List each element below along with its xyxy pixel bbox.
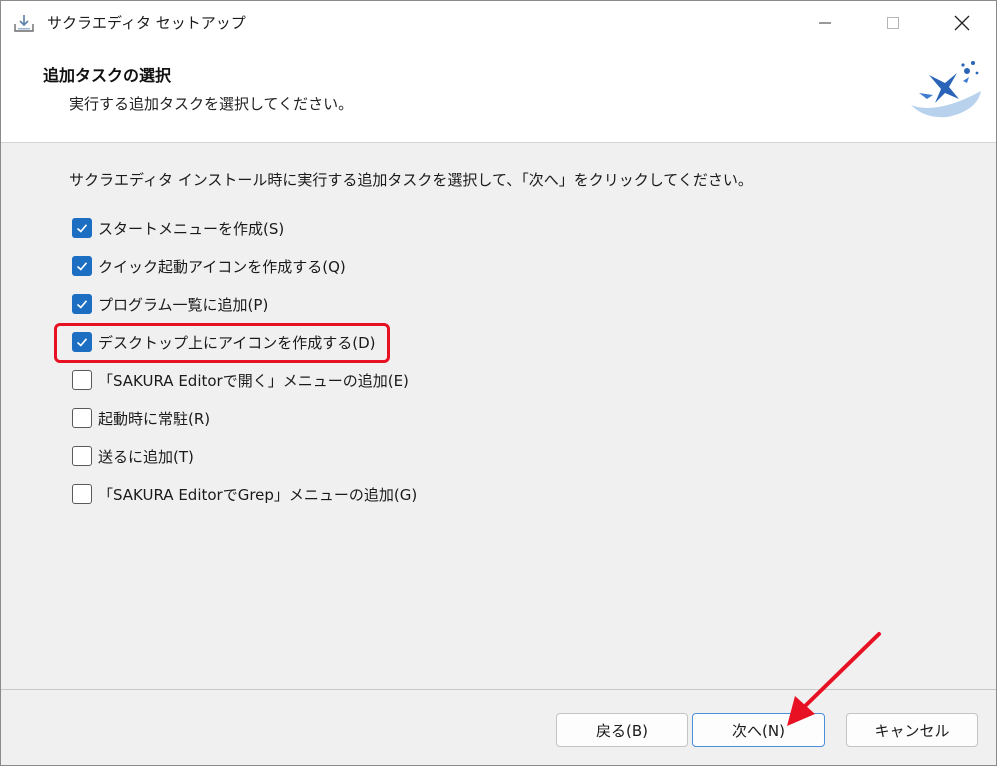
task-label: 「SAKURA EditorでGrep」メニューの追加(G) <box>98 485 418 504</box>
back-button[interactable]: 戻る(B) <box>556 713 688 747</box>
close-button[interactable] <box>928 1 996 45</box>
task-label: 起動時に常駐(R) <box>98 409 211 428</box>
task-checkbox[interactable] <box>72 446 92 466</box>
window-title: サクラエディタ セットアップ <box>47 14 246 32</box>
task-label: 「SAKURA Editorで開く」メニューの追加(E) <box>98 371 409 390</box>
minimize-button[interactable] <box>791 1 859 45</box>
task-grep-menu[interactable]: 「SAKURA EditorでGrep」メニューの追加(G) <box>72 481 417 507</box>
task-checkbox[interactable] <box>72 294 92 314</box>
checkmark-icon <box>76 300 88 309</box>
close-icon <box>954 15 970 31</box>
task-checkbox[interactable] <box>72 256 92 276</box>
maximize-icon <box>887 17 899 29</box>
task-label: クイック起動アイコンを作成する(Q) <box>98 257 346 276</box>
installer-icon <box>14 15 34 32</box>
setup-window: サクラエディタ セットアップ 追加タスクの選択 実行する追加タスクを選択してくだ… <box>0 0 997 766</box>
task-label: 送るに追加(T) <box>98 447 194 466</box>
page-subtitle: 実行する追加タスクを選択してください。 <box>69 95 354 113</box>
sakura-logo <box>911 61 981 118</box>
checkmark-icon <box>76 224 88 233</box>
maximize-button[interactable] <box>859 1 927 45</box>
task-checkbox[interactable] <box>72 370 92 390</box>
task-checkbox[interactable] <box>72 484 92 504</box>
next-button[interactable]: 次へ(N) <box>692 713 825 747</box>
task-open-menu[interactable]: 「SAKURA Editorで開く」メニューの追加(E) <box>72 367 409 393</box>
title-bar: サクラエディタ セットアップ <box>1 1 996 45</box>
annotation-highlight-box <box>54 323 390 363</box>
task-label: スタートメニューを作成(S) <box>98 219 285 238</box>
cancel-button[interactable]: キャンセル <box>846 713 978 747</box>
instruction-text: サクラエディタ インストール時に実行する追加タスクを選択して、「次へ」をクリック… <box>69 171 753 189</box>
task-resident[interactable]: 起動時に常駐(R) <box>72 405 210 431</box>
checkmark-icon <box>76 262 88 271</box>
task-program-list[interactable]: プログラム一覧に追加(P) <box>72 291 268 317</box>
page-header: 追加タスクの選択 実行する追加タスクを選択してください。 <box>1 45 996 143</box>
task-checkbox[interactable] <box>72 218 92 238</box>
task-label: プログラム一覧に追加(P) <box>98 295 269 314</box>
task-checkbox[interactable] <box>72 408 92 428</box>
task-quick-launch[interactable]: クイック起動アイコンを作成する(Q) <box>72 253 346 279</box>
task-start-menu[interactable]: スタートメニューを作成(S) <box>72 215 284 241</box>
footer-divider <box>1 689 996 690</box>
page-title: 追加タスクの選択 <box>43 66 172 85</box>
minimize-icon <box>819 22 831 24</box>
task-send-to[interactable]: 送るに追加(T) <box>72 443 194 469</box>
